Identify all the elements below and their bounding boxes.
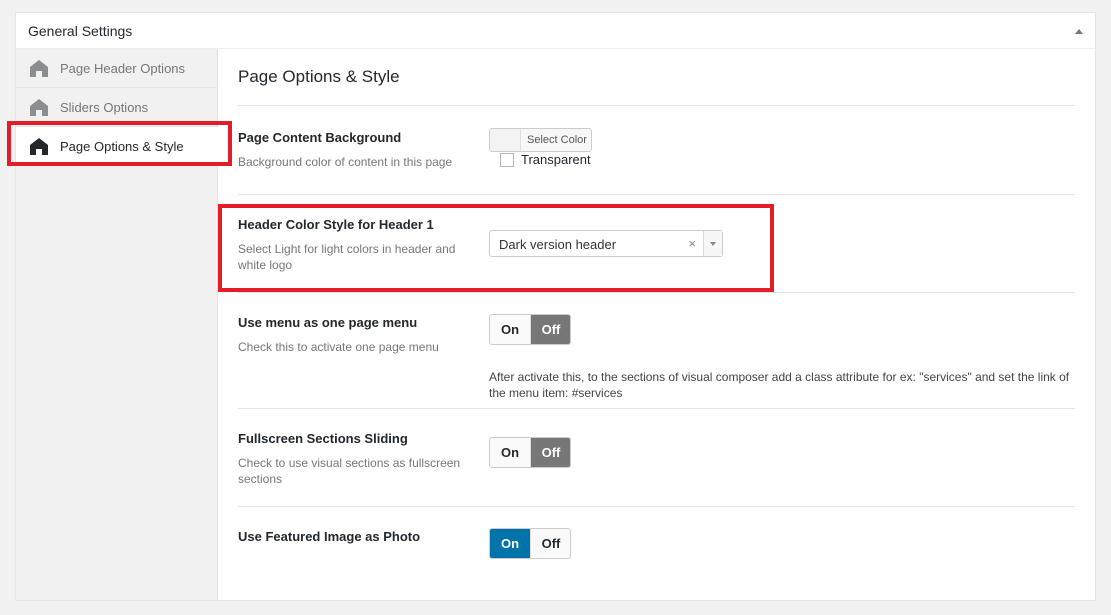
background-option-desc: Background color of content in this page <box>238 155 453 169</box>
select-color-button[interactable]: Select Color <box>489 128 592 152</box>
one-page-menu-option-desc: Check this to activate one page menu <box>238 340 439 354</box>
switch-off-button[interactable]: Off <box>530 529 570 558</box>
background-option-title: Page Content Background <box>238 130 402 145</box>
section-title: Page Options & Style <box>238 67 400 86</box>
divider <box>238 194 1075 195</box>
options-content: Page Options & Style Page Content Backgr… <box>238 49 1075 600</box>
divider <box>238 408 1075 409</box>
general-settings-panel: General Settings Page Header Options Sli… <box>15 12 1096 601</box>
divider <box>238 292 1075 293</box>
sidebar-item-page-header-options[interactable]: Page Header Options <box>16 49 217 88</box>
sidebar-item-label: Page Header Options <box>60 61 186 76</box>
home-icon <box>30 99 48 116</box>
switch-on-button[interactable]: On <box>490 315 530 344</box>
one-page-menu-switch[interactable]: On Off <box>489 314 571 345</box>
one-page-menu-note: After activate this, to the sections of … <box>489 370 1070 400</box>
featured-image-switch[interactable]: On Off <box>489 528 571 559</box>
transparent-label: Transparent <box>521 152 591 167</box>
fullscreen-option-desc: Check to use visual sections as fullscre… <box>238 456 461 486</box>
switch-off-button[interactable]: Off <box>530 438 570 467</box>
highlight-box <box>7 121 232 166</box>
sidebar-item-label: Sliders Options <box>60 100 149 115</box>
home-icon <box>30 60 48 77</box>
switch-off-button[interactable]: Off <box>530 315 570 344</box>
select-color-label: Select Color <box>527 134 587 146</box>
one-page-menu-option-title: Use menu as one page menu <box>238 315 418 330</box>
featured-image-option-title: Use Featured Image as Photo <box>238 529 421 544</box>
transparent-checkbox[interactable] <box>500 153 514 167</box>
panel-title: General Settings <box>28 23 133 39</box>
switch-on-button[interactable]: On <box>490 529 530 558</box>
switch-on-button[interactable]: On <box>490 438 530 467</box>
divider <box>238 506 1075 507</box>
fullscreen-switch[interactable]: On Off <box>489 437 571 468</box>
collapse-arrow-icon[interactable] <box>1075 29 1083 34</box>
panel-header: General Settings <box>16 13 1095 49</box>
highlight-box <box>218 204 774 292</box>
fullscreen-option-title: Fullscreen Sections Sliding <box>238 431 408 446</box>
divider <box>238 105 1075 106</box>
color-swatch <box>490 129 521 151</box>
